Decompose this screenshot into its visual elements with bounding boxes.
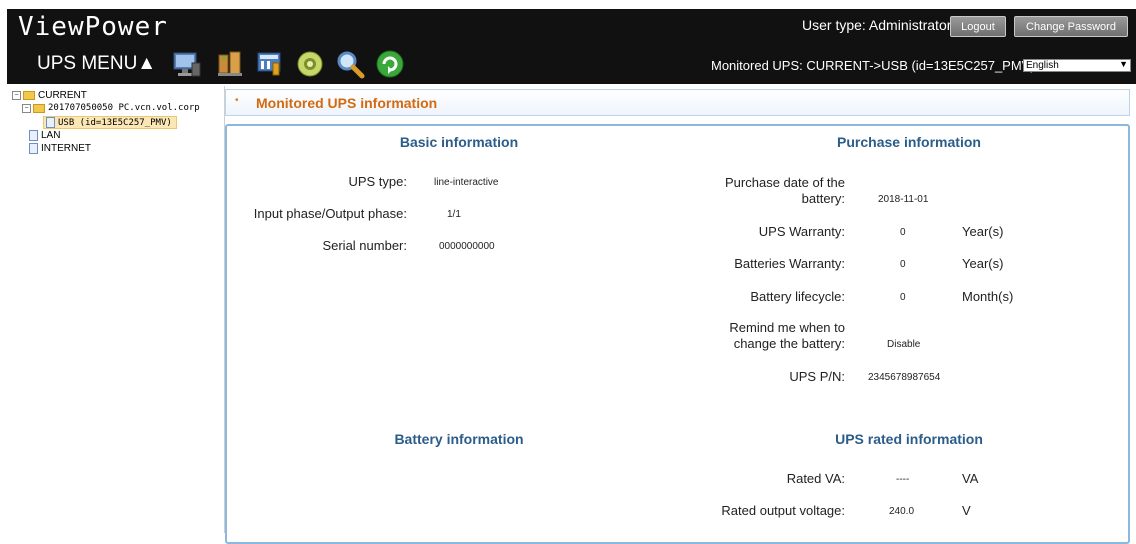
network-icon[interactable] bbox=[215, 49, 245, 79]
basic-info-title: Basic information bbox=[399, 134, 519, 150]
ups-warranty-value: 0 bbox=[900, 227, 906, 238]
battery-lifecycle-label: Battery lifecycle: bbox=[750, 289, 845, 304]
ups-warranty-label: UPS Warranty: bbox=[758, 224, 845, 239]
top-header: ViewPower UPS MENU▲ User type: Administr… bbox=[7, 9, 1136, 84]
purchase-info-title: Purchase information bbox=[837, 134, 981, 150]
purchase-date-label-line1: Purchase date of the bbox=[725, 175, 845, 190]
serial-value: 0000000000 bbox=[439, 241, 495, 252]
ups-type-label: UPS type: bbox=[348, 174, 407, 189]
monitor-icon[interactable] bbox=[172, 49, 202, 79]
rated-va-unit: VA bbox=[962, 471, 979, 486]
rated-va-value: ---- bbox=[896, 474, 910, 485]
logout-button[interactable]: Logout bbox=[950, 16, 1006, 37]
ups-pn-label: UPS P/N: bbox=[789, 369, 845, 384]
collapse-icon[interactable]: − bbox=[12, 91, 21, 100]
remind-label-line1: Remind me when to bbox=[729, 320, 845, 335]
batteries-warranty-unit: Year(s) bbox=[962, 256, 1004, 271]
device-tree: − CURRENT − 201707050050 PC.vcn.vol.corp… bbox=[7, 86, 225, 533]
search-icon[interactable] bbox=[335, 49, 365, 79]
folder-icon bbox=[23, 91, 35, 100]
phase-value: 1/1 bbox=[447, 209, 461, 220]
dropdown-arrow-icon: ▼ bbox=[1119, 59, 1128, 69]
battery-lifecycle-value: 0 bbox=[900, 292, 906, 303]
rated-voltage-value: 240.0 bbox=[889, 506, 915, 517]
config-icon[interactable] bbox=[255, 49, 285, 79]
batteries-warranty-label: Batteries Warranty: bbox=[734, 256, 845, 271]
folder-icon bbox=[33, 103, 45, 113]
serial-label: Serial number: bbox=[322, 238, 407, 253]
ups-menu-button[interactable]: UPS MENU▲ bbox=[37, 53, 156, 75]
tree-node-host[interactable]: − 201707050050 PC.vcn.vol.corp bbox=[22, 103, 200, 113]
control-icon[interactable] bbox=[295, 49, 325, 79]
tree-label: USB (id=13E5C257_PMV) bbox=[58, 117, 172, 128]
phase-label: Input phase/Output phase: bbox=[253, 206, 407, 221]
tree-node-internet[interactable]: INTERNET bbox=[29, 143, 91, 154]
section-header[interactable]: • Monitored UPS information bbox=[225, 89, 1130, 116]
rated-va-label: Rated VA: bbox=[786, 471, 845, 486]
collapse-icon[interactable]: − bbox=[22, 103, 31, 113]
tree-label: 201707050050 PC.vcn.vol.corp bbox=[48, 103, 200, 113]
rated-voltage-unit: V bbox=[962, 503, 971, 518]
change-password-button[interactable]: Change Password bbox=[1014, 16, 1128, 37]
batteries-warranty-value: 0 bbox=[900, 259, 906, 270]
section-title: Monitored UPS information bbox=[256, 95, 438, 111]
battery-info-title: Battery information bbox=[394, 431, 524, 447]
tree-label: LAN bbox=[41, 130, 61, 141]
document-icon bbox=[46, 117, 55, 128]
remind-label-line2: change the battery: bbox=[733, 336, 845, 351]
ups-type-value: line-interactive bbox=[434, 177, 499, 188]
purchase-date-value: 2018-11-01 bbox=[878, 194, 929, 205]
monitored-ups-label: Monitored UPS: CURRENT->USB (id=13E5C257… bbox=[711, 58, 1035, 73]
tree-node-lan[interactable]: LAN bbox=[29, 130, 60, 141]
tree-label: INTERNET bbox=[41, 143, 91, 154]
ups-pn-value: 2345678987654 bbox=[868, 372, 941, 383]
battery-lifecycle-unit: Month(s) bbox=[962, 289, 1014, 304]
language-value: English bbox=[1026, 60, 1059, 71]
bullet-icon: • bbox=[235, 95, 239, 106]
document-icon bbox=[29, 130, 38, 141]
info-panel: Basic information UPS type: line-interac… bbox=[225, 124, 1130, 544]
purchase-date-label-line2: battery: bbox=[801, 191, 845, 206]
rated-voltage-label: Rated output voltage: bbox=[721, 503, 845, 518]
ups-warranty-unit: Year(s) bbox=[962, 224, 1004, 239]
tree-node-usb[interactable]: USB (id=13E5C257_PMV) bbox=[43, 116, 177, 129]
remind-value: Disable bbox=[887, 339, 921, 350]
tree-label: CURRENT bbox=[38, 90, 87, 101]
refresh-icon[interactable] bbox=[375, 49, 405, 79]
document-icon bbox=[29, 143, 38, 154]
tree-node-current[interactable]: − CURRENT bbox=[12, 90, 87, 101]
rated-info-title: UPS rated information bbox=[835, 431, 983, 447]
app-title: ViewPower bbox=[18, 12, 168, 42]
user-type-label: User type: Administrator bbox=[802, 17, 952, 33]
language-select[interactable]: English ▼ bbox=[1023, 59, 1131, 72]
